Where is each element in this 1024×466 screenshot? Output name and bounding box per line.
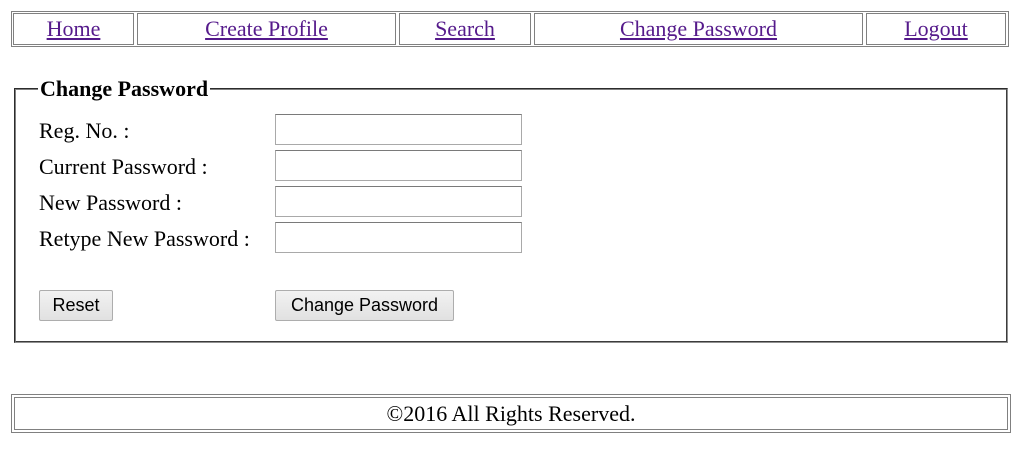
change-password-legend: Change Password	[40, 76, 209, 101]
change-password-button[interactable]: Change Password	[275, 290, 454, 321]
copyright-text: ©2016 All Rights Reserved.	[386, 400, 636, 426]
reg-no-input[interactable]	[275, 114, 522, 145]
new-password-input[interactable]	[275, 186, 522, 217]
nav-link-home[interactable]: Home	[47, 16, 101, 42]
reg-no-label: Reg. No. :	[39, 118, 130, 143]
footer: ©2016 All Rights Reserved.	[11, 394, 1011, 433]
nav-cell-logout: Logout	[866, 13, 1006, 45]
nav-link-create-profile[interactable]: Create Profile	[205, 16, 328, 42]
new-password-label: New Password :	[39, 190, 182, 215]
reset-button[interactable]: Reset	[39, 290, 113, 321]
footer-inner: ©2016 All Rights Reserved.	[14, 397, 1008, 430]
current-password-input[interactable]	[275, 150, 522, 181]
nav-cell-create-profile: Create Profile	[137, 13, 396, 45]
nav-cell-home: Home	[13, 13, 134, 45]
nav-cell-change-password: Change Password	[534, 13, 863, 45]
nav-link-change-password[interactable]: Change Password	[620, 16, 777, 42]
current-password-label: Current Password :	[39, 154, 208, 179]
nav-cell-search: Search	[399, 13, 531, 45]
nav-link-logout[interactable]: Logout	[904, 16, 968, 42]
top-navigation: Home Create Profile Search Change Passwo…	[11, 11, 1009, 47]
retype-new-password-label: Retype New Password :	[39, 226, 250, 251]
nav-link-search[interactable]: Search	[435, 16, 495, 42]
retype-new-password-input[interactable]	[275, 222, 522, 253]
